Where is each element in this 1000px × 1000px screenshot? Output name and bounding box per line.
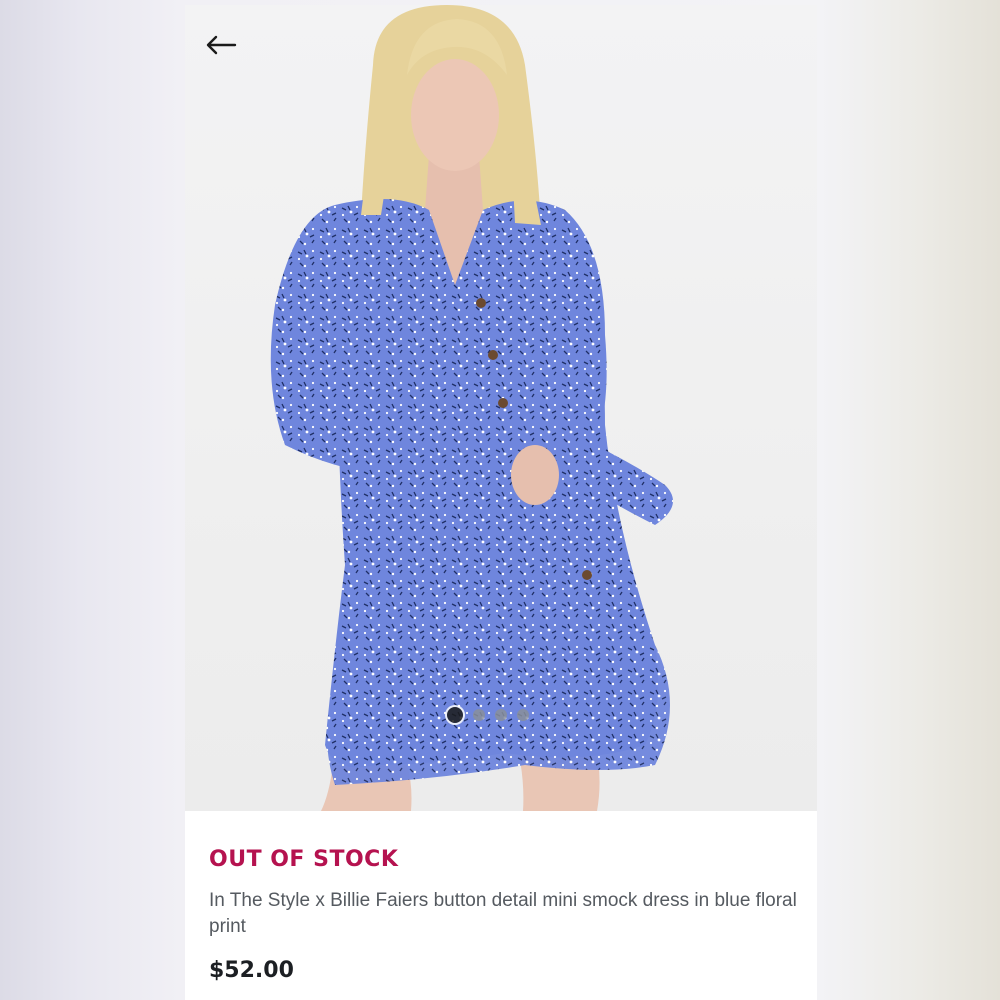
product-card: OUT OF STOCK In The Style x Billie Faier… xyxy=(185,5,817,1000)
stock-status-label: OUT OF STOCK xyxy=(209,847,399,872)
back-button[interactable] xyxy=(201,27,241,63)
product-title: In The Style x Billie Faiers button deta… xyxy=(209,890,797,937)
product-image-carousel[interactable] xyxy=(185,5,817,811)
product-photo xyxy=(270,5,673,811)
carousel-dot[interactable] xyxy=(447,707,463,723)
carousel-dot[interactable] xyxy=(495,709,507,721)
product-price: $52.00 xyxy=(209,958,294,983)
carousel-dot[interactable] xyxy=(517,709,529,721)
arrow-left-icon xyxy=(206,35,237,55)
carousel-dot[interactable] xyxy=(473,709,485,721)
product-info: OUT OF STOCK In The Style x Billie Faier… xyxy=(209,847,799,983)
carousel-pagination xyxy=(447,707,529,723)
